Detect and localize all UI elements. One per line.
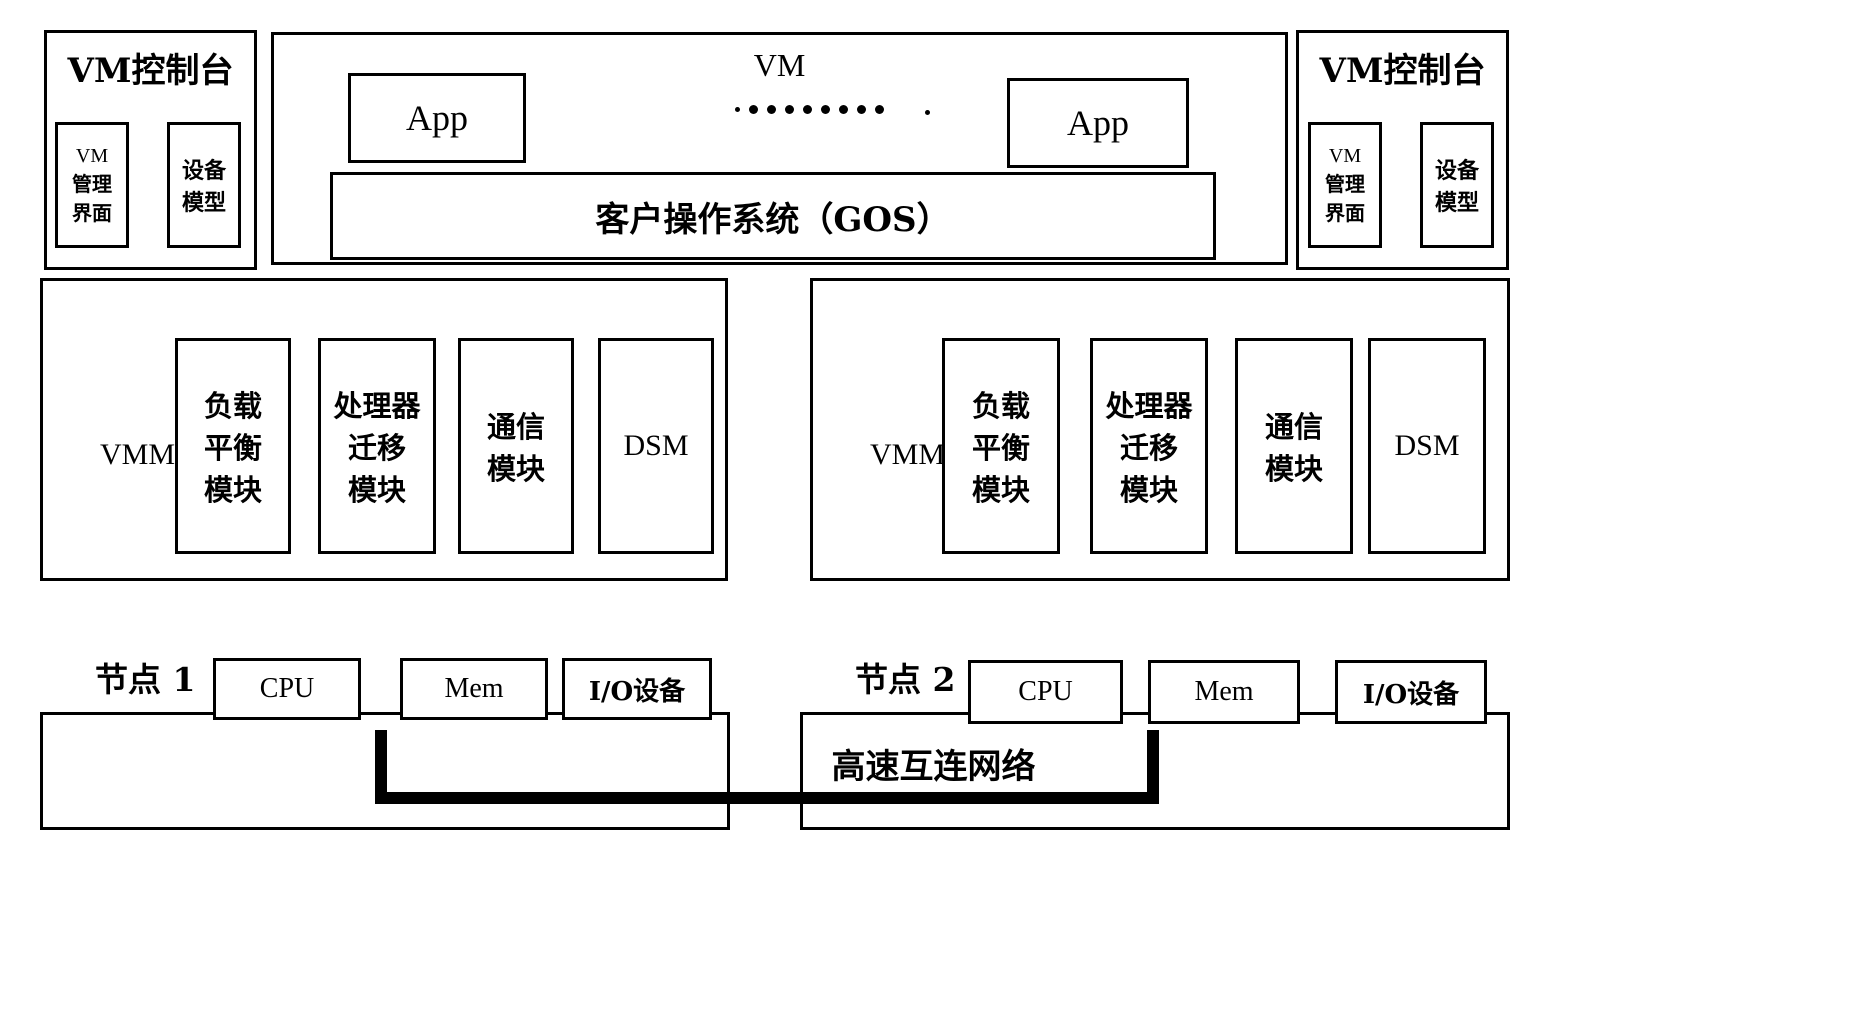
vm-console-left-title: VM控制台 <box>67 51 234 91</box>
module-line: VM <box>75 144 109 167</box>
module-line: 平衡 <box>203 431 262 465</box>
vmm-right-module-loadbalance-label: 负载 平衡 模块 <box>942 338 1060 554</box>
node-2-label: 节点 2 <box>855 660 956 699</box>
module-line: 模块 <box>1264 452 1323 486</box>
vmm-right-label: VMM <box>870 438 946 471</box>
vm-app-right-label: App <box>1067 103 1129 143</box>
vmm-left-module-communication-label: 通信 模块 <box>458 338 574 554</box>
vmm-left-label: VMM <box>100 438 176 471</box>
module-line: 模型 <box>1434 190 1479 216</box>
vm-app-left-label: App <box>406 98 468 138</box>
node-1-resource-cpu-label: CPU <box>259 673 315 704</box>
module-line: 处理器 <box>333 389 421 423</box>
module-line: 通信 <box>486 410 545 444</box>
network-link-bottom-horizontal <box>375 792 1159 804</box>
module-line: 模型 <box>181 190 226 216</box>
module-line: 管理 <box>1325 171 1365 196</box>
vmm-left-module-dsm-label: DSM <box>623 429 689 462</box>
module-line: 模块 <box>486 452 545 486</box>
module-line: 负载 <box>971 389 1030 423</box>
module-line: 界面 <box>72 200 112 225</box>
vm-apps-ellipsis <box>735 105 884 114</box>
module-line: 平衡 <box>971 431 1030 465</box>
network-label: 高速互连网络 <box>831 747 1036 787</box>
module-line: 设备 <box>1434 158 1479 184</box>
module-line: 迁移 <box>1119 431 1178 465</box>
module-line: 管理 <box>72 171 112 196</box>
vm-guest-os-label: 客户操作系统（GOS） <box>595 199 951 240</box>
module-line: VM <box>1328 144 1362 167</box>
vmm-left-module-loadbalance-label: 负载 平衡 模块 <box>175 338 291 554</box>
vmm-right-module-cpu-migration-label: 处理器 迁移 模块 <box>1090 338 1208 554</box>
module-line: 模块 <box>1119 473 1178 507</box>
vm-apps-ellipsis-tail <box>925 110 930 115</box>
node-2-resource-io-label: I/O设备 <box>1362 679 1460 710</box>
module-line: 迁移 <box>347 431 406 465</box>
vm-console-left-module-ui-label: VM 管理 界面 <box>55 122 129 248</box>
vmm-left-module-cpu-migration-label: 处理器 迁移 模块 <box>318 338 436 554</box>
node-1-resource-io-label: I/O设备 <box>588 676 686 707</box>
node-1-resource-mem-label: Mem <box>444 673 504 704</box>
node-1-label: 节点 1 <box>95 660 196 699</box>
module-line: 负载 <box>203 389 262 423</box>
module-line: 模块 <box>203 473 262 507</box>
vm-console-right-title: VM控制台 <box>1319 51 1486 91</box>
vm-console-left-module-device-label: 设备 模型 <box>167 122 241 248</box>
diagram-canvas: VM控制台 VM 管理 界面 设备 模型 VM App ········· Ap… <box>0 0 1867 1021</box>
module-line: 通信 <box>1264 410 1323 444</box>
vmm-right-module-communication-label: 通信 模块 <box>1235 338 1353 554</box>
module-line: 模块 <box>347 473 406 507</box>
module-line: 模块 <box>971 473 1030 507</box>
node-2-resource-cpu-label: CPU <box>1018 676 1073 707</box>
module-line: 界面 <box>1325 200 1365 225</box>
node-2-resource-mem-label: Mem <box>1194 676 1254 707</box>
vm-console-right-module-ui-label: VM 管理 界面 <box>1308 122 1382 248</box>
vmm-right-module-dsm-label: DSM <box>1394 429 1460 462</box>
module-line: 设备 <box>181 158 226 184</box>
vm-console-right-module-device-label: 设备 模型 <box>1420 122 1494 248</box>
module-line: 处理器 <box>1105 389 1193 423</box>
